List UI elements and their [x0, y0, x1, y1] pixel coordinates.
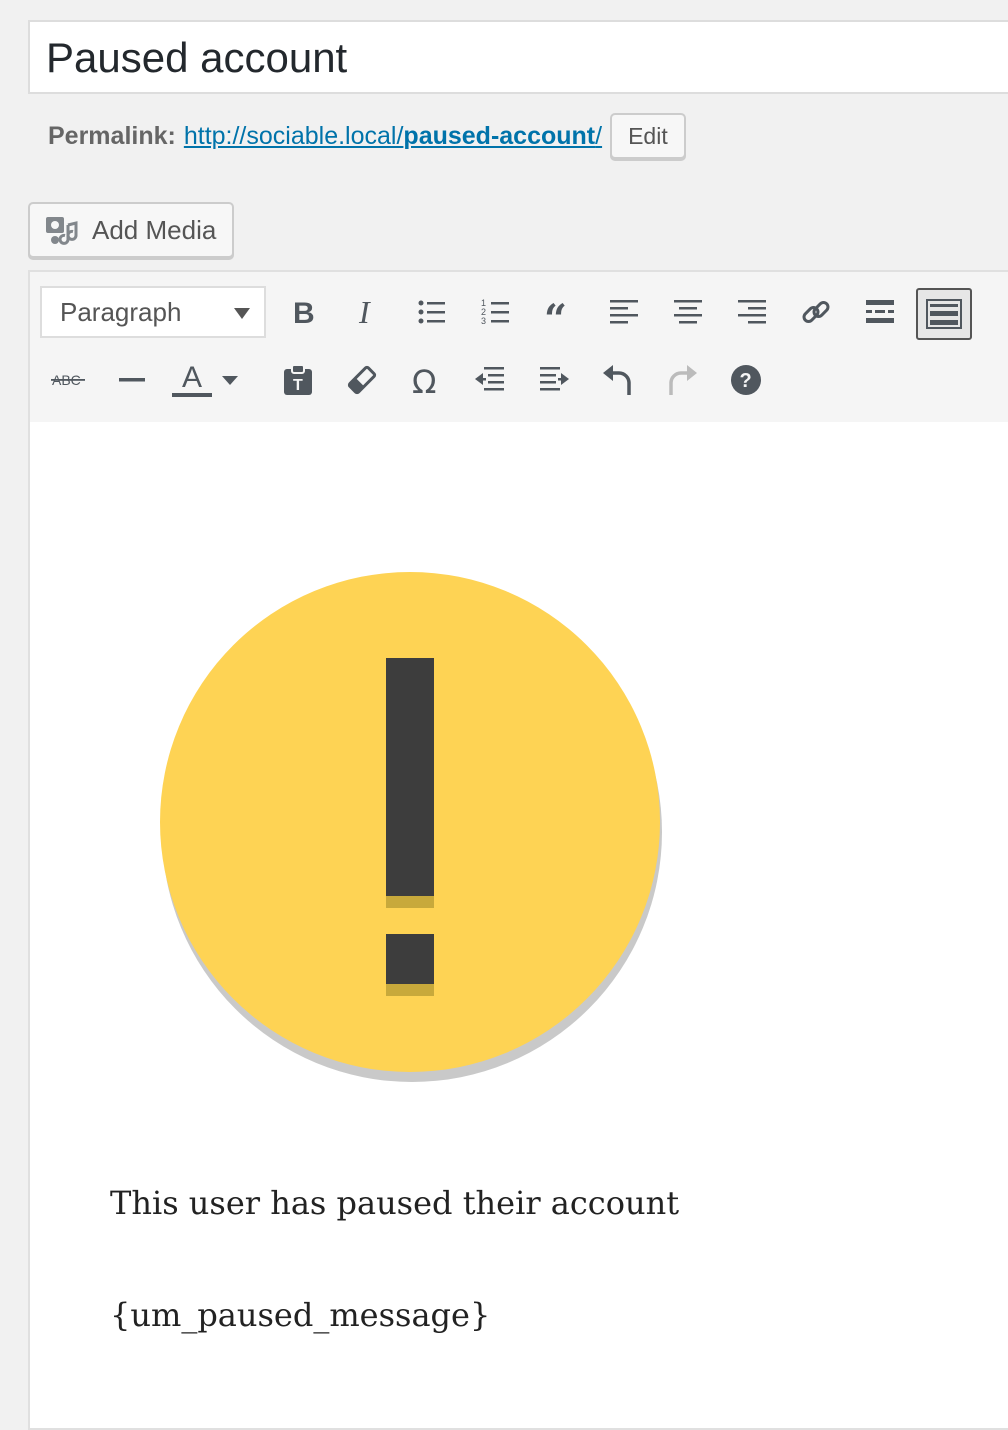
clear-formatting-button[interactable] [334, 354, 390, 406]
read-more-icon [866, 300, 894, 323]
permalink-link[interactable]: http://sociable.local/paused-account/ [184, 122, 602, 151]
align-left-button[interactable] [596, 286, 652, 338]
align-right-icon [738, 300, 766, 324]
align-right-button[interactable] [724, 286, 780, 338]
svg-text:?: ? [740, 370, 752, 392]
numbered-list-button[interactable]: 1 2 3 [468, 286, 524, 338]
blockquote-button[interactable]: “ [532, 286, 588, 338]
svg-text:B: B [293, 297, 315, 327]
svg-text:3: 3 [481, 316, 486, 326]
strikethrough-button[interactable]: ABC [40, 354, 96, 406]
bulleted-list-icon [418, 300, 445, 324]
visual-editor: Paragraph B I 1 2 3 “ ABC A T Ω ? This u… [28, 270, 1008, 1430]
svg-text:Ω: Ω [412, 363, 436, 397]
permalink-row: Permalink: http://sociable.local/paused-… [48, 112, 686, 160]
svg-text:A: A [182, 361, 202, 394]
editor-toolbar: Paragraph B I 1 2 3 “ ABC A T Ω ? [30, 272, 1008, 424]
warning-icon [160, 572, 662, 1082]
numbered-list-icon: 1 2 3 [481, 298, 509, 326]
strikethrough-icon: ABC [51, 372, 85, 388]
svg-text:“: “ [544, 297, 567, 327]
indent-icon [540, 367, 569, 391]
add-media-label: Add Media [92, 214, 217, 245]
indent-button[interactable] [526, 354, 582, 406]
outdent-icon [475, 367, 504, 391]
bold-icon: B [293, 297, 315, 327]
align-center-button[interactable] [660, 286, 716, 338]
title-field-wrapper [28, 20, 1008, 94]
italic-button[interactable]: I [340, 286, 396, 338]
chevron-down-icon [234, 308, 250, 319]
svg-text:T: T [293, 377, 303, 394]
outdent-button[interactable] [462, 354, 518, 406]
undo-icon [603, 365, 631, 395]
permalink-url-base: http://sociable.local/ [183, 121, 404, 150]
toolbar-toggle-button[interactable] [916, 288, 972, 340]
redo-button[interactable] [654, 354, 710, 406]
clear-formatting-icon [347, 365, 377, 395]
align-center-icon [674, 300, 702, 324]
italic-icon: I [358, 297, 371, 327]
paste-as-text-button[interactable]: T [270, 354, 326, 406]
content-paragraph-2: {um_paused_message} [110, 1296, 491, 1334]
insert-link-button[interactable] [788, 286, 844, 338]
format-select-value: Paragraph [60, 296, 182, 327]
align-left-icon [610, 300, 638, 324]
horizontal-line-button[interactable] [104, 354, 160, 406]
permalink-label: Permalink: [48, 121, 176, 150]
permalink-edit-button[interactable]: Edit [610, 113, 686, 159]
toolbar-toggle-icon [926, 299, 962, 329]
special-character-icon: Ω [412, 363, 436, 397]
keyboard-shortcuts-help-button[interactable]: ? [718, 354, 774, 406]
text-color-dropdown-button[interactable] [218, 354, 242, 406]
text-color-icon: A [172, 361, 212, 397]
special-character-button[interactable]: Ω [398, 354, 454, 406]
read-more-button[interactable] [852, 286, 908, 338]
link-icon [802, 301, 830, 323]
bulleted-list-button[interactable] [404, 286, 460, 338]
paste-text-icon: T [284, 364, 312, 395]
bold-button[interactable]: B [276, 286, 332, 338]
add-media-button[interactable]: Add Media [28, 202, 234, 258]
media-icon [46, 217, 78, 245]
content-paragraph-1: This user has paused their account [110, 1184, 680, 1222]
undo-button[interactable] [590, 354, 646, 406]
editor-content[interactable]: This user has paused their account {um_p… [30, 422, 1008, 1428]
format-select[interactable]: Paragraph [40, 286, 266, 338]
permalink-url-trailing: / [595, 121, 603, 150]
chevron-down-icon [222, 376, 238, 385]
redo-icon [669, 365, 697, 395]
post-title-input[interactable] [46, 32, 1008, 84]
svg-text:I: I [358, 297, 371, 327]
blockquote-icon: “ [544, 297, 567, 327]
text-color-button[interactable]: A [170, 354, 214, 406]
permalink-url-slug: paused-account [403, 121, 596, 150]
horizontal-line-icon [119, 378, 145, 382]
help-icon: ? [731, 365, 761, 395]
